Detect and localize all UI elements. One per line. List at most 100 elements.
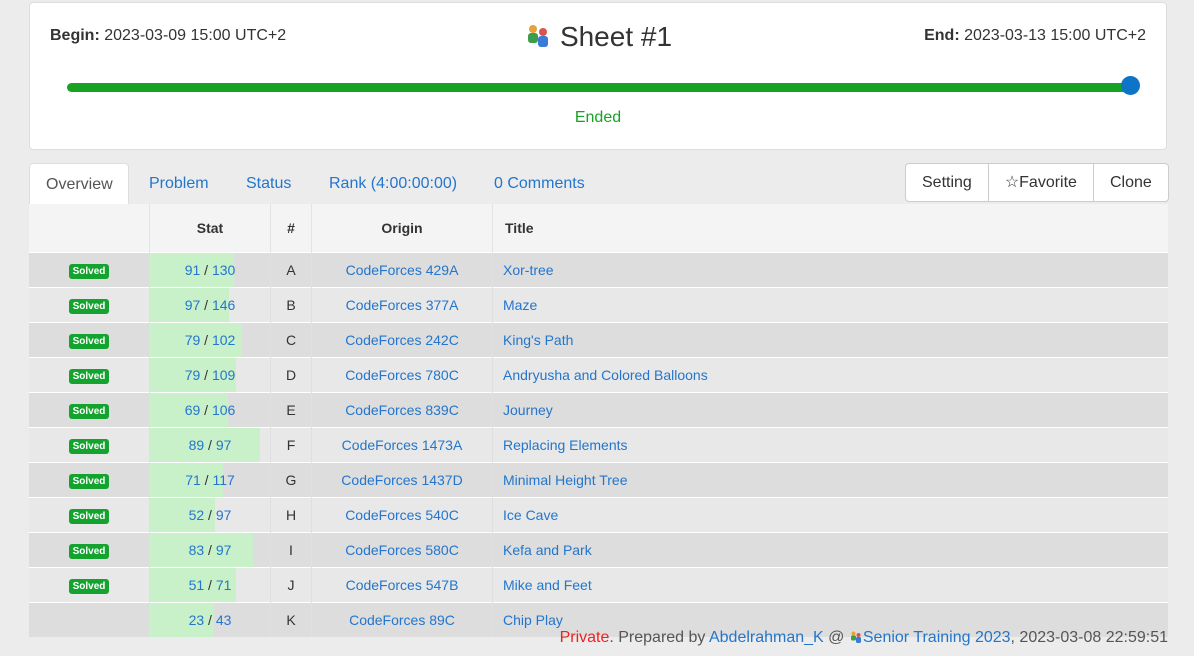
- attempt-count-link[interactable]: 71: [216, 577, 232, 593]
- tab-rank[interactable]: Rank (4:00:00:00): [313, 163, 473, 204]
- origin-cell: CodeForces 547B: [311, 567, 493, 603]
- title-cell: Andryusha and Colored Balloons: [492, 357, 1168, 393]
- attempt-count-link[interactable]: 102: [212, 332, 235, 348]
- title-cell: Replacing Elements: [492, 427, 1168, 463]
- problem-number-cell: F: [270, 427, 312, 463]
- origin-link[interactable]: CodeForces 1473A: [342, 437, 463, 453]
- end-label: End:: [924, 27, 960, 44]
- problem-number-cell: K: [270, 602, 312, 637]
- table-row: Solved 71 / 117 G CodeForces 1437D Minimal H…: [29, 462, 1168, 498]
- progress-slider-handle[interactable]: [1121, 76, 1140, 95]
- tab-overview[interactable]: Overview: [29, 163, 129, 205]
- solved-status-cell: [29, 602, 150, 637]
- solved-count-link[interactable]: 83: [189, 542, 205, 558]
- problem-title-link[interactable]: King's Path: [503, 332, 573, 348]
- stat-cell: 52 / 97: [149, 497, 271, 533]
- solved-count-link[interactable]: 79: [185, 367, 201, 383]
- attempt-count-link[interactable]: 146: [212, 297, 235, 313]
- origin-cell: CodeForces 89C: [311, 602, 493, 637]
- title-cell: Ice Cave: [492, 497, 1168, 533]
- problem-title-link[interactable]: Mike and Feet: [503, 577, 592, 593]
- attempt-count-link[interactable]: 43: [216, 612, 232, 628]
- solved-count-link[interactable]: 52: [189, 507, 205, 523]
- origin-link[interactable]: CodeForces 89C: [349, 612, 455, 628]
- origin-link[interactable]: CodeForces 580C: [345, 542, 459, 558]
- tab-comments[interactable]: 0 Comments: [478, 163, 601, 204]
- status-column-header: [29, 204, 150, 253]
- problem-title-link[interactable]: Replacing Elements: [503, 437, 628, 453]
- problem-title-link[interactable]: Andryusha and Colored Balloons: [503, 367, 708, 383]
- tab-status[interactable]: Status: [230, 163, 307, 204]
- solved-count-link[interactable]: 91: [185, 262, 201, 278]
- solved-count-link[interactable]: 79: [185, 332, 201, 348]
- solved-status-cell: Solved: [29, 287, 150, 323]
- attempt-count-link[interactable]: 97: [216, 507, 232, 523]
- setting-button[interactable]: Setting: [906, 164, 989, 201]
- origin-link[interactable]: CodeForces 540C: [345, 507, 459, 523]
- solved-count-link[interactable]: 51: [189, 577, 205, 593]
- attempt-count-link[interactable]: 117: [212, 472, 234, 488]
- at-text: @: [823, 629, 849, 646]
- solved-badge: Solved: [68, 509, 110, 524]
- title-cell: Journey: [492, 392, 1168, 428]
- stat-cell: 83 / 97: [149, 532, 271, 568]
- problem-number-cell: D: [270, 357, 312, 393]
- progress-track: [67, 83, 1131, 92]
- contest-header-panel: Begin: 2023-03-09 15:00 UTC+2 Sheet #1 E…: [29, 2, 1167, 150]
- attempt-count-link[interactable]: 130: [212, 262, 235, 278]
- problem-number-cell: H: [270, 497, 312, 533]
- solved-count-link[interactable]: 97: [185, 297, 201, 313]
- solved-badge: Solved: [68, 264, 110, 279]
- tab-problem[interactable]: Problem: [133, 163, 225, 204]
- solved-badge: Solved: [68, 439, 110, 454]
- attempt-count-link[interactable]: 109: [212, 367, 235, 383]
- clone-button[interactable]: Clone: [1094, 164, 1168, 201]
- table-row: Solved 51 / 71 J CodeForces 547B Mike and Fe…: [29, 567, 1168, 603]
- solved-count-link[interactable]: 69: [185, 402, 201, 418]
- solved-status-cell: Solved: [29, 497, 150, 533]
- stat-cell: 97 / 146: [149, 287, 271, 323]
- table-row: Solved 69 / 106 E CodeForces 839C Journey: [29, 392, 1168, 428]
- origin-link[interactable]: CodeForces 839C: [345, 402, 459, 418]
- problem-title-link[interactable]: Ice Cave: [503, 507, 558, 523]
- problem-title-link[interactable]: Journey: [503, 402, 553, 418]
- problem-title-link[interactable]: Chip Play: [503, 612, 563, 628]
- solved-count-link[interactable]: 71: [185, 472, 201, 488]
- favorite-button[interactable]: ☆Favorite: [989, 164, 1094, 201]
- solved-count-link[interactable]: 89: [189, 437, 205, 453]
- origin-link[interactable]: CodeForces 377A: [346, 297, 459, 313]
- problem-title-link[interactable]: Xor-tree: [503, 262, 554, 278]
- problem-title-link[interactable]: Maze: [503, 297, 537, 313]
- origin-link[interactable]: CodeForces 780C: [345, 367, 459, 383]
- origin-cell: CodeForces 540C: [311, 497, 493, 533]
- author-link[interactable]: Abdelrahman_K: [709, 629, 824, 646]
- origin-link[interactable]: CodeForces 547B: [346, 577, 459, 593]
- origin-link[interactable]: CodeForces 1437D: [341, 472, 462, 488]
- table-row: Solved 97 / 146 B CodeForces 377A Maze: [29, 287, 1168, 323]
- stat-cell: 71 / 117: [149, 462, 271, 498]
- origin-cell: CodeForces 1473A: [311, 427, 493, 463]
- stat-cell: 79 / 109: [149, 357, 271, 393]
- problem-number-cell: C: [270, 322, 312, 358]
- solved-status-cell: Solved: [29, 567, 150, 603]
- attempt-count-link[interactable]: 97: [216, 437, 232, 453]
- origin-link[interactable]: CodeForces 242C: [345, 332, 459, 348]
- table-row: Solved 79 / 109 D CodeForces 780C Andryusha …: [29, 357, 1168, 393]
- group-link[interactable]: Senior Training 2023: [863, 629, 1011, 646]
- solved-status-cell: Solved: [29, 252, 150, 288]
- contest-footer: Private. Prepared by Abdelrahman_K @ Sen…: [560, 629, 1168, 647]
- group-icon-small: [850, 631, 861, 643]
- origin-link[interactable]: CodeForces 429A: [346, 262, 459, 278]
- stat-cell: 23 / 43: [149, 602, 271, 637]
- problem-number-cell: E: [270, 392, 312, 428]
- problem-title-link[interactable]: Minimal Height Tree: [503, 472, 628, 488]
- stat-column-header: Stat: [149, 204, 271, 253]
- solved-badge: Solved: [68, 579, 110, 594]
- attempt-count-link[interactable]: 97: [216, 542, 232, 558]
- problem-title-link[interactable]: Kefa and Park: [503, 542, 592, 558]
- attempt-count-link[interactable]: 106: [212, 402, 235, 418]
- stat-cell: 69 / 106: [149, 392, 271, 428]
- solved-count-link[interactable]: 23: [189, 612, 205, 628]
- problem-number-cell: J: [270, 567, 312, 603]
- group-icon: [527, 25, 548, 47]
